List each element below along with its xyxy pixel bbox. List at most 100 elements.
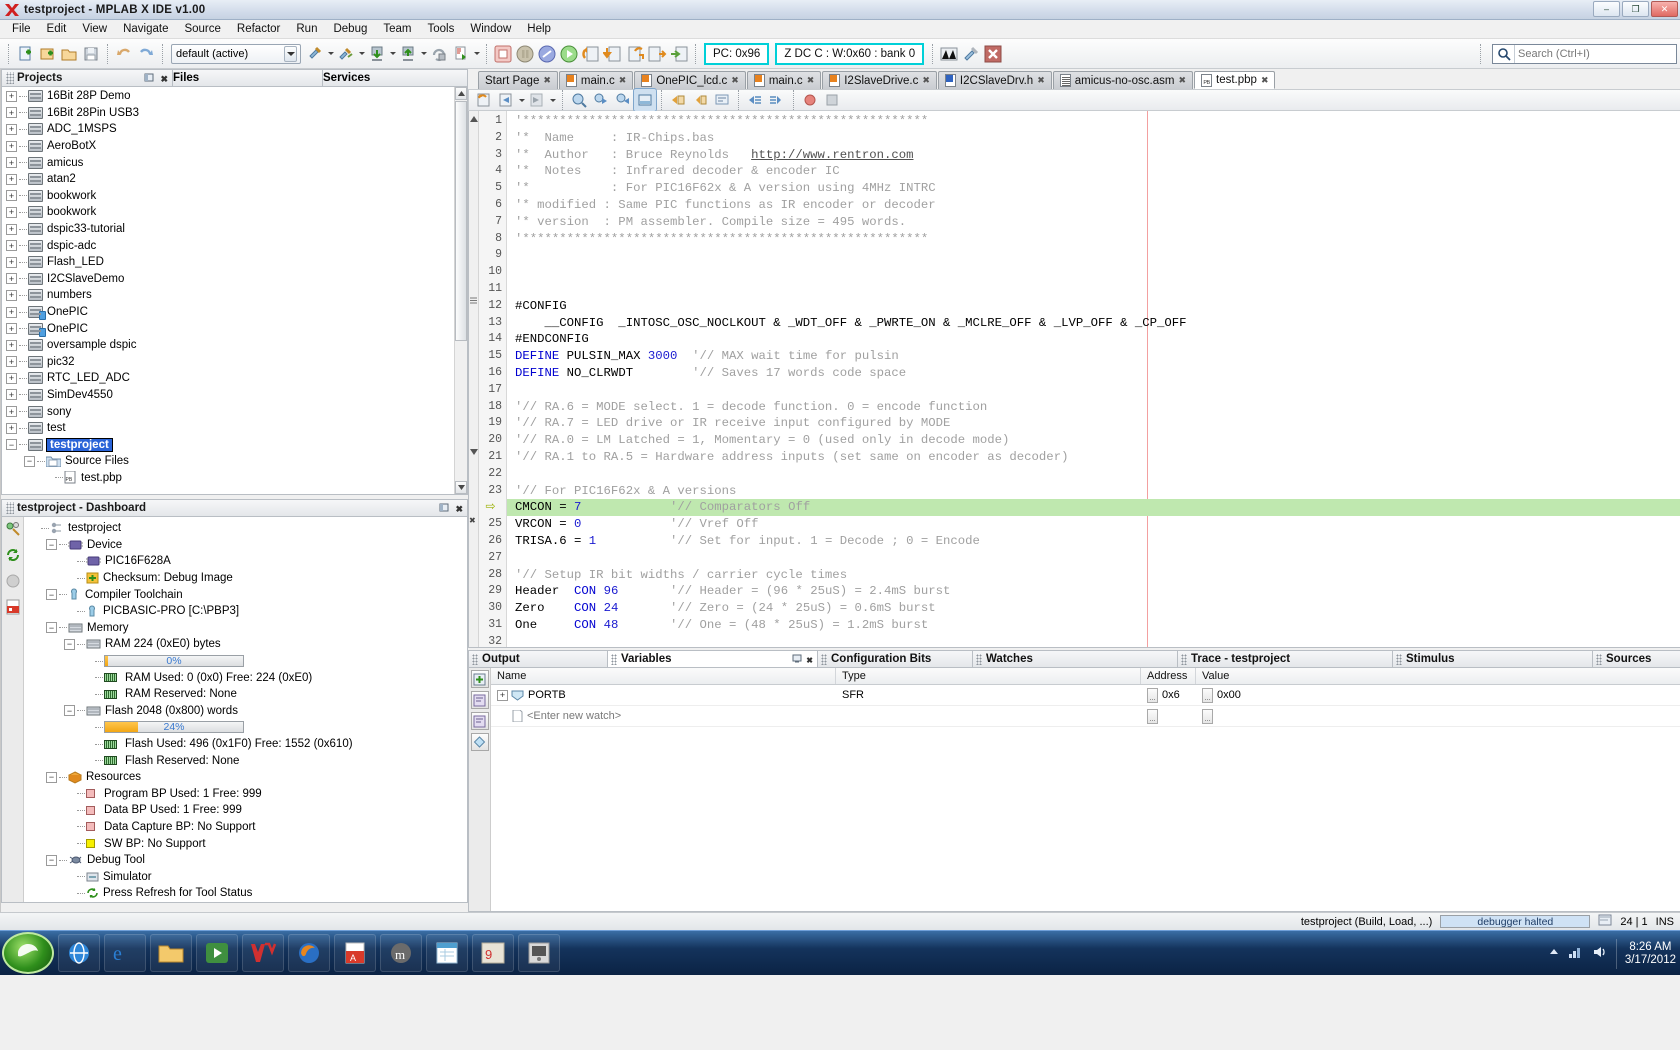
close-pane-icon[interactable]: ✖ xyxy=(806,656,813,665)
expand-toggle-icon[interactable]: + xyxy=(6,257,17,268)
collapse-toggle-icon[interactable]: − xyxy=(46,539,57,550)
address-editor-button[interactable]: ... xyxy=(1147,688,1158,703)
dashboard-tree-row[interactable]: −RAM 224 (0xE0) bytes xyxy=(24,636,467,653)
tab-close-icon[interactable]: ✖ xyxy=(1261,75,1269,86)
tab-close-icon[interactable]: ✖ xyxy=(807,75,815,86)
collapse-toggle-icon[interactable]: − xyxy=(46,622,57,633)
expand-toggle-icon[interactable]: + xyxy=(6,207,17,218)
code-line[interactable] xyxy=(507,264,1680,281)
taskbar-firefox-icon[interactable] xyxy=(288,934,330,972)
project-tree-row[interactable]: +test xyxy=(2,420,467,437)
taskbar-explorer-icon[interactable] xyxy=(58,934,100,972)
dashboard-tree-row[interactable]: −Resources xyxy=(24,769,467,786)
watch-table-row[interactable]: +PORTBSFR...0x6...0x00 xyxy=(491,685,1680,706)
expand-toggle-icon[interactable]: + xyxy=(6,157,17,168)
add-watch-icon[interactable] xyxy=(471,670,489,688)
menu-refactor[interactable]: Refactor xyxy=(229,21,288,37)
col-header-type[interactable]: Type xyxy=(836,668,1141,684)
make-and-program-icon[interactable] xyxy=(366,43,388,65)
search-box[interactable]: Search (Ctrl+I) xyxy=(1492,44,1677,64)
code-line[interactable] xyxy=(507,634,1680,647)
expand-toggle-icon[interactable]: + xyxy=(6,389,17,400)
tray-expand-icon[interactable] xyxy=(1548,946,1560,961)
close-x-icon[interactable] xyxy=(982,43,1004,65)
configuration-combo[interactable]: default (active) xyxy=(171,44,301,64)
shift-left-icon[interactable] xyxy=(667,89,689,111)
new-project-icon[interactable] xyxy=(36,43,58,65)
expand-toggle-icon[interactable]: + xyxy=(6,290,17,301)
code-line[interactable]: DEFINE PULSIN_MAX 3000 '// MAX wait time… xyxy=(507,348,1680,365)
toggle-highlight-icon[interactable] xyxy=(634,89,656,111)
code-line[interactable]: '* Author : Bruce Reynolds http://www.re… xyxy=(507,147,1680,164)
upload-dropdown-icon[interactable] xyxy=(419,43,428,65)
editor-tab[interactable]: OnePIC_lcd.c✖ xyxy=(634,71,746,89)
menu-file[interactable]: File xyxy=(4,21,39,37)
menu-debug[interactable]: Debug xyxy=(325,21,375,37)
project-tree-row[interactable]: +AeroBotX xyxy=(2,138,467,155)
add-sfr-watch-icon[interactable] xyxy=(471,691,489,709)
device-info-icon[interactable] xyxy=(5,521,21,540)
project-tree-row[interactable]: +16Bit 28Pin USB3 xyxy=(2,105,467,122)
project-tree-row[interactable]: +amicus xyxy=(2,154,467,171)
bottom-dock-tab[interactable]: Trace - testproject xyxy=(1178,650,1393,668)
step-into-icon[interactable] xyxy=(602,43,624,65)
reset-icon[interactable] xyxy=(536,43,558,65)
editor-tab[interactable]: PBtest.pbp✖ xyxy=(1194,71,1275,89)
col-header-value[interactable]: Value xyxy=(1196,668,1680,684)
project-tree-row[interactable]: +OnePIC xyxy=(2,320,467,337)
dashboard-tree-row[interactable]: Simulator xyxy=(24,868,467,885)
bottom-dock-tab[interactable]: Variables✖ xyxy=(608,650,818,668)
toggle-bookmark-icon[interactable] xyxy=(821,89,843,111)
code-line[interactable]: '// RA.6 = MODE select. 1 = decode funct… xyxy=(507,399,1680,416)
code-line[interactable]: '***************************************… xyxy=(507,113,1680,130)
project-tree-row[interactable]: +I2CSlaveDemo xyxy=(2,271,467,288)
expand-toggle-icon[interactable]: + xyxy=(6,224,17,235)
editor-tab[interactable]: main.c✖ xyxy=(559,71,633,89)
program-dropdown-icon[interactable] xyxy=(388,43,397,65)
taskbar-clock[interactable]: 8:26 AM 3/17/2012 xyxy=(1625,941,1676,967)
dashboard-tree-row[interactable]: Data BP Used: 1 Free: 999 xyxy=(24,802,467,819)
project-tree-row[interactable]: +dspic-adc xyxy=(2,237,467,254)
code-line[interactable]: '// For PIC16F62x & A versions xyxy=(507,483,1680,500)
project-tree-row[interactable]: +pic32 xyxy=(2,354,467,371)
project-tree-row[interactable]: −testproject xyxy=(2,436,467,453)
tab-close-icon[interactable]: ✖ xyxy=(1037,75,1045,86)
bottom-dock-tab[interactable]: Sources xyxy=(1593,650,1680,668)
menu-edit[interactable]: Edit xyxy=(39,21,75,37)
taskbar-internet-explorer-icon[interactable]: e xyxy=(104,934,146,972)
editor-tab[interactable]: amicus-no-osc.asm✖ xyxy=(1053,71,1193,89)
expand-toggle-icon[interactable]: + xyxy=(6,273,17,284)
dashboard-tree-row[interactable]: RAM Used: 0 (0x0) Free: 224 (0xE0) xyxy=(24,669,467,686)
menu-navigate[interactable]: Navigate xyxy=(115,21,176,37)
close-pane-icon[interactable]: ✖ xyxy=(160,74,168,85)
expand-toggle-icon[interactable]: + xyxy=(6,190,17,201)
watch-name-cell[interactable]: <Enter new watch> xyxy=(491,706,836,726)
expand-toggle-icon[interactable]: + xyxy=(6,124,17,135)
expand-toggle-icon[interactable]: + xyxy=(6,174,17,185)
clean-build-icon[interactable] xyxy=(335,43,357,65)
menu-run[interactable]: Run xyxy=(288,21,325,37)
expand-toggle-icon[interactable]: + xyxy=(497,690,508,701)
collapse-toggle-icon[interactable]: − xyxy=(46,855,57,866)
projects-scrollbar[interactable] xyxy=(454,87,467,494)
minimize-button[interactable]: – xyxy=(1593,1,1620,17)
col-header-name[interactable]: Name xyxy=(491,668,836,684)
chevron-down-icon[interactable] xyxy=(284,46,297,62)
expand-toggle-icon[interactable]: + xyxy=(6,340,17,351)
dashboard-tree-row[interactable]: −Flash 2048 (0x800) words xyxy=(24,703,467,720)
add-symbol-watch-icon[interactable] xyxy=(471,712,489,730)
value-editor-button[interactable]: ... xyxy=(1202,709,1213,724)
bottom-dock-tab[interactable]: Configuration Bits xyxy=(818,650,973,668)
code-line[interactable]: '***************************************… xyxy=(507,231,1680,248)
tab-close-icon[interactable]: ✖ xyxy=(922,75,930,86)
expand-toggle-icon[interactable]: + xyxy=(6,406,17,417)
code-line[interactable]: CMCON = 7 '// Comparators Off xyxy=(507,499,1680,516)
code-line[interactable] xyxy=(507,247,1680,264)
code-line[interactable]: #ENDCONFIG xyxy=(507,331,1680,348)
stop-debug-icon[interactable] xyxy=(492,43,514,65)
editor-code-surface[interactable]: '***************************************… xyxy=(507,111,1680,647)
collapse-toggle-icon[interactable]: − xyxy=(64,705,75,716)
tab-close-icon[interactable]: ✖ xyxy=(619,75,627,86)
dashboard-tree-row[interactable]: Flash Used: 496 (0x1F0) Free: 1552 (0x61… xyxy=(24,736,467,753)
project-tree-row[interactable]: +OnePIC xyxy=(2,304,467,321)
